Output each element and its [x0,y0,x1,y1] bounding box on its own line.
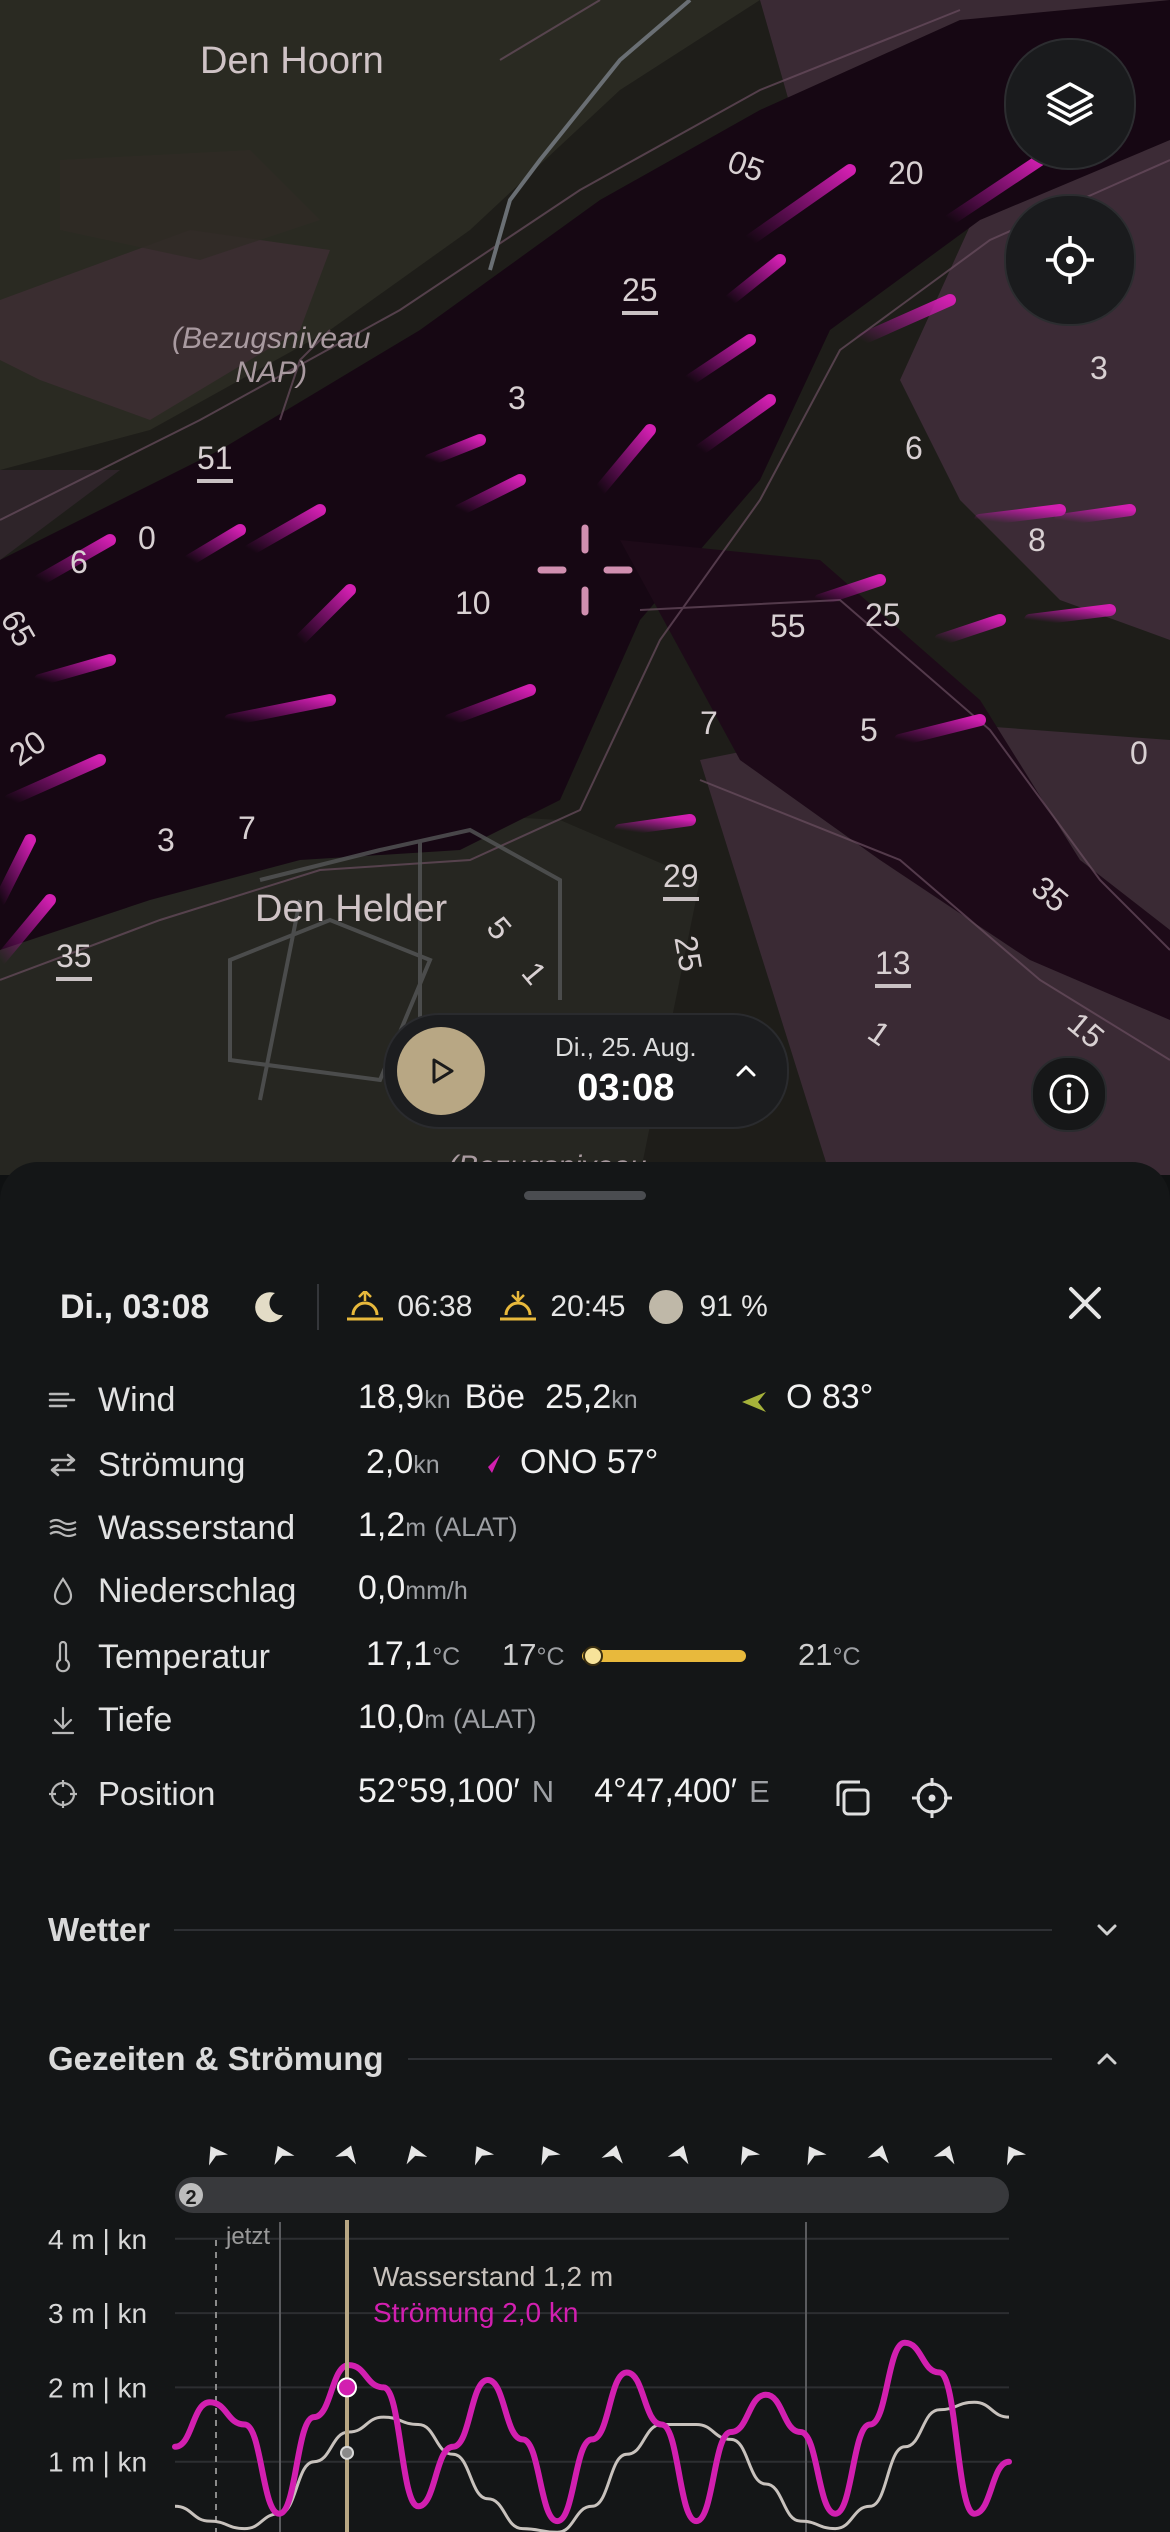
y-tick-label: 1 m | kn [48,2447,147,2478]
depth-sounding: 20 [888,155,924,191]
locate-button[interactable] [1004,194,1136,326]
info-icon [1049,1074,1089,1114]
reference-level-line2: NAP) [235,356,308,389]
depth-sounding: 3 [157,822,175,858]
wind-arrow-icon [667,2145,689,2165]
play-icon [432,1058,454,1084]
depth-sounding: 8 [1028,522,1046,558]
depth-sounding: 25 [667,932,710,975]
y-tick-label: 2 m | kn [48,2372,147,2403]
tooltip-current: Strömung 2,0 kn [373,2297,578,2328]
reference-level-line1: (Bezugsniveau [172,322,371,355]
wind-arrow-icon [406,2145,428,2165]
wind-arrow-icon [208,2146,229,2166]
crosshair-icon [1046,236,1094,284]
wind-arrow-icon [601,2145,623,2164]
tooltip-water-level: Wasserstand 1,2 m [373,2261,613,2292]
wind-arrow-icon [541,2146,561,2166]
wind-arrow-icon [335,2145,356,2165]
depth-sounding: 13 [875,945,911,988]
water-level-marker [340,2445,354,2460]
details-sheet: Di., 03:08 06:38 20:45 91 % Wind 18,9kn [0,1162,1170,2532]
depth-sounding: 10 [455,585,491,621]
depth-sounding: 7 [700,705,718,741]
current-series [172,2339,1012,2525]
wind-arrow-icon [274,2145,295,2165]
water-level-series [174,2400,1010,2532]
depth-sounding: 55 [770,608,806,644]
map-view[interactable]: Den Hoorn Den Helder (Bezugsniveau NAP) … [0,0,1170,1175]
chevron-up-icon[interactable] [731,1056,761,1086]
depth-sounding: 35 [56,938,92,981]
day-badge-label: 2 [185,2187,196,2209]
depth-sounding: 0 [1130,735,1148,771]
depth-sounding: 29 [663,858,699,901]
tide-current-chart[interactable]: 2 1 m | kn 2 m | kn 3 m | kn 4 m | kn jetzt… [0,1162,1170,2532]
depth-sounding: 6 [70,544,88,580]
current-marker [337,2377,357,2398]
wind-arrow-icon [867,2145,889,2164]
nautical-chart [0,0,1170,1175]
layers-icon [1046,82,1094,126]
depth-sounding: 5 [860,712,878,748]
time-display: Di., 25. Aug. 03:08 [555,1032,697,1110]
wind-arrow-icon [740,2146,761,2166]
y-tick-label: 3 m | kn [48,2298,147,2329]
wind-direction-arrows [208,2145,1027,2166]
place-den-helder: Den Helder [255,888,448,930]
layers-button[interactable] [1004,38,1136,170]
depth-sounding: 25 [865,597,901,633]
depth-sounding: 25 [622,272,658,315]
day-timeline-bar[interactable] [175,2177,1009,2213]
depth-sounding: 3 [1090,350,1108,386]
time-date: Di., 25. Aug. [555,1032,697,1062]
wind-arrow-icon [933,2145,955,2165]
wind-arrow-icon [474,2146,495,2166]
depth-sounding: 7 [238,810,256,846]
play-button[interactable] [397,1027,485,1115]
depth-sounding: 3 [508,380,526,416]
y-tick-label: 4 m | kn [48,2224,147,2255]
wind-arrow-icon [807,2146,827,2166]
info-button[interactable] [1031,1056,1107,1132]
time-selector[interactable]: Di., 25. Aug. 03:08 [383,1013,789,1129]
now-label: jetzt [225,2223,270,2250]
place-den-hoorn: Den Hoorn [200,40,384,82]
wind-arrow-icon [1006,2146,1027,2166]
depth-sounding: 51 [197,440,233,483]
time-clock: 03:08 [577,1067,675,1109]
depth-sounding: 6 [905,430,923,466]
depth-sounding: 0 [138,520,156,556]
reference-level-label: (Bezugsniveau NAP) [172,322,370,390]
